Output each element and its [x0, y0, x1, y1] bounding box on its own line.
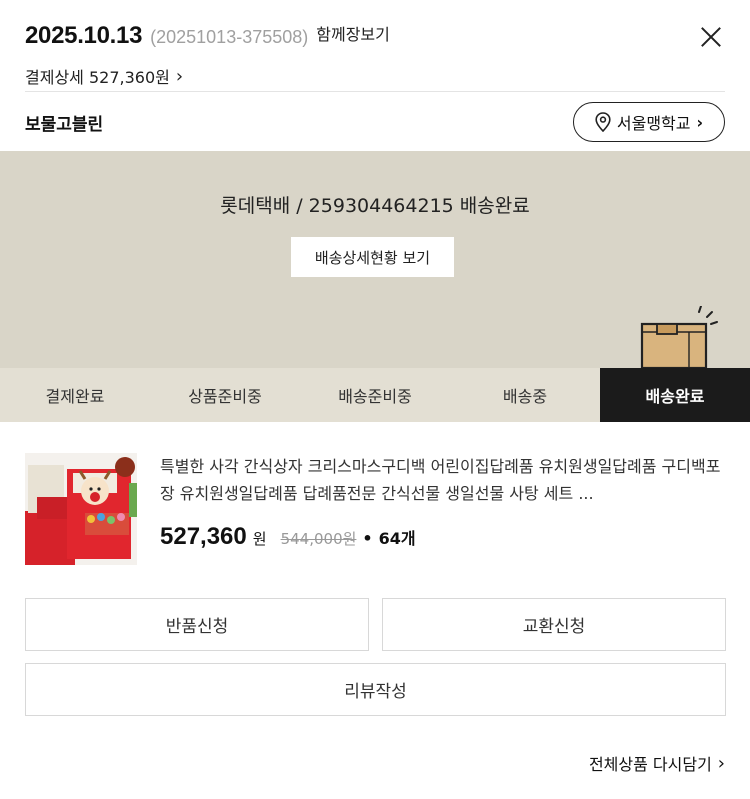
payment-detail-link[interactable]: 결제상세 527,360원 ›: [25, 64, 183, 88]
reorder-all-link[interactable]: 전체상품 다시담기 ›: [589, 751, 725, 775]
payment-detail-label: 결제상세 527,360원: [25, 68, 170, 87]
chevron-right-icon: ›: [717, 752, 725, 774]
track-delivery-button[interactable]: 배송상세현황 보기: [291, 237, 454, 277]
product-thumbnail[interactable]: [25, 453, 137, 565]
product-price: 527,360: [160, 523, 247, 550]
reorder-label: 전체상품 다시담기: [588, 755, 712, 774]
exchange-request-button[interactable]: 교환신청: [382, 598, 726, 651]
branch-label: 서울맹학교: [616, 114, 691, 133]
price-row: 527,360 원 544,000원 • 64개: [160, 523, 416, 551]
order-date-row: 2025.10.13 (20251013-375508) 함께장보기: [25, 22, 725, 54]
step-preparing-product: 상품준비중: [188, 387, 262, 406]
branch-button[interactable]: 서울맹학교 ›: [573, 102, 725, 142]
delivery-status-panel: 롯데택배 / 259304464215 배송완료 배송상세현황 보기 결제완료 …: [0, 151, 750, 422]
order-date: 2025.10.13: [25, 22, 143, 49]
step-delivered: 배송완료: [600, 368, 750, 422]
delivery-box-icon: [640, 306, 718, 368]
write-review-button[interactable]: 리뷰작성: [25, 663, 726, 716]
return-request-button[interactable]: 반품신청: [25, 598, 369, 651]
order-number: (20251013-375508): [150, 27, 309, 47]
step-payment-complete: 결제완료: [45, 387, 105, 406]
product-title[interactable]: 특별한 사각 간식상자 크리스마스구디백 어린이집답례품 유치원생일답례품 구디…: [160, 453, 727, 507]
location-pin-icon: [595, 112, 611, 132]
price-currency: 원: [252, 530, 267, 548]
product-image: [25, 453, 137, 565]
close-icon[interactable]: [700, 26, 722, 48]
step-preparing-shipment: 배송준비중: [338, 387, 412, 406]
product-quantity: 64개: [378, 529, 416, 548]
chevron-right-icon: ›: [696, 112, 704, 132]
chevron-right-icon: ›: [175, 65, 184, 87]
step-in-transit: 배송중: [502, 387, 548, 406]
order-header: 2025.10.13 (20251013-375508) 함께장보기: [25, 22, 725, 54]
tracking-info: 롯데택배 / 259304464215 배송완료: [220, 195, 530, 217]
product-item[interactable]: 특별한 사각 간식상자 크리스마스구디백 어린이집답례품 유치원생일답례품 구디…: [25, 453, 725, 568]
header-divider: [25, 91, 725, 92]
store-name: 보물고블린: [25, 114, 104, 135]
original-price: 544,000원: [280, 530, 357, 548]
delivery-steps: 결제완료 상품준비중 배송준비중 배송중 배송완료: [0, 368, 750, 422]
quantity-separator: •: [362, 529, 373, 548]
store-row: 보물고블린 서울맹학교 ›: [25, 102, 725, 142]
shared-cart-link[interactable]: 함께장보기: [316, 21, 390, 45]
